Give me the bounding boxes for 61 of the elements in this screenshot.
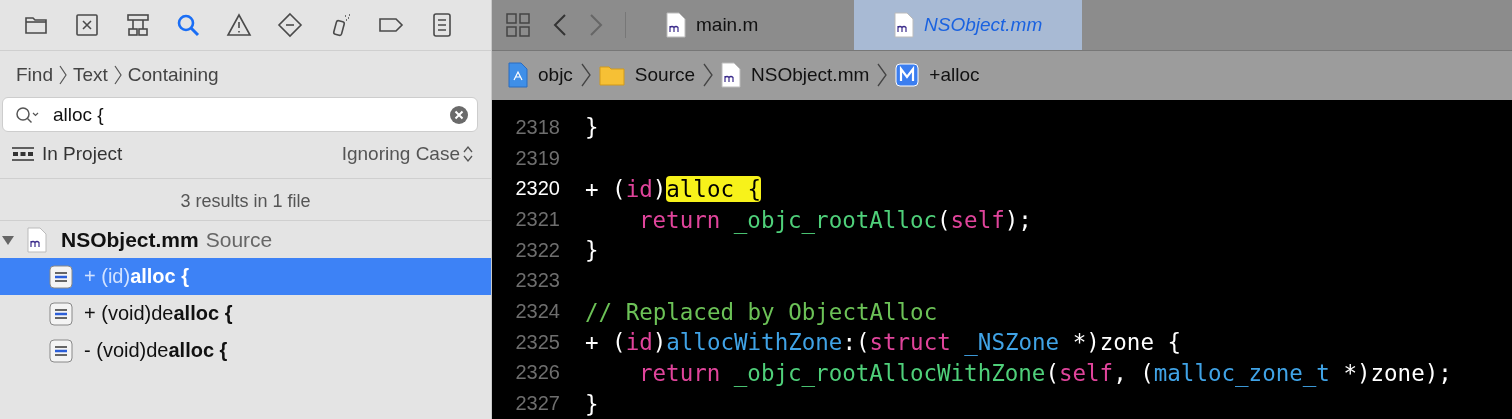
find-mode-menu[interactable]: Find — [16, 64, 53, 86]
jump-bar-item[interactable]: Source — [598, 64, 696, 87]
chevron-icon — [113, 64, 122, 86]
tab-label: NSObject.mm — [924, 13, 1043, 36]
find-mode-menu[interactable]: Text — [72, 64, 108, 86]
chevron-icon — [58, 64, 67, 86]
jump-bar-item[interactable]: +alloc — [895, 63, 980, 88]
clear-icon[interactable] — [449, 104, 469, 125]
line-number: 2320 — [514, 177, 561, 201]
line-number: 2326 — [514, 361, 561, 385]
result-row[interactable]: + (void)dealloc { — [0, 295, 491, 332]
file-name: NSObject.mm — [61, 227, 199, 252]
stepper-icon — [463, 145, 473, 163]
file-row[interactable]: NSObject.mm Source — [0, 221, 491, 258]
code-line: + (id)alloc { — [585, 175, 762, 202]
warning-icon[interactable] — [226, 12, 252, 38]
file-icon — [894, 11, 914, 38]
chevron-icon — [580, 62, 591, 89]
scope-button[interactable]: In Project — [12, 143, 123, 165]
folder-icon — [598, 64, 625, 87]
method-icon — [895, 63, 920, 88]
line-number: 2319 — [514, 146, 561, 170]
code-line: } — [585, 390, 599, 417]
source-control-icon[interactable] — [73, 12, 100, 38]
find-mode-menu[interactable]: Containing — [127, 64, 219, 86]
code-line: + (id)allocWithZone:(struct _NSZone *)zone { — [585, 329, 1182, 356]
line-number: 2327 — [514, 392, 561, 416]
jump-bar-item[interactable]: objc — [508, 62, 573, 89]
code-line: // Replaced by ObjectAlloc — [585, 298, 938, 325]
code-line: return _objc_rootAllocWithZone(self, (malloc_zone_t *)zone); — [639, 359, 1452, 386]
hierarchy-icon[interactable] — [124, 12, 151, 38]
search-field[interactable]: alloc { — [2, 97, 478, 132]
scope-icon — [12, 147, 34, 161]
file-icon — [721, 62, 742, 89]
chevron-icon — [703, 62, 714, 89]
test-icon[interactable] — [276, 12, 303, 38]
chevron-icon — [877, 62, 888, 89]
project-icon — [508, 62, 528, 89]
line-number: 2324 — [514, 300, 561, 324]
line-number: 2321 — [514, 208, 561, 232]
code-line: } — [585, 237, 599, 264]
code-line: } — [585, 114, 599, 141]
scope-label: In Project — [42, 143, 123, 165]
file-group: Source — [205, 227, 273, 252]
line-number: 2323 — [514, 269, 561, 293]
result-row[interactable]: - (void)dealloc { — [0, 332, 491, 369]
related-items-icon[interactable] — [505, 11, 531, 38]
code-line: return _objc_rootAlloc(self); — [639, 206, 1032, 233]
search-icon[interactable] — [175, 12, 202, 38]
editor-tab[interactable]: main.m — [626, 0, 854, 50]
jump-bar-item[interactable]: NSObject.mm — [721, 62, 870, 89]
result-summary: 3 results in 1 file — [0, 178, 491, 221]
back-icon[interactable] — [553, 12, 567, 37]
line-number: 2318 — [514, 115, 561, 139]
file-icon — [27, 226, 47, 253]
line-number: 2322 — [514, 238, 561, 262]
file-icon — [666, 11, 686, 38]
result-row[interactable]: + (id)alloc { — [0, 258, 491, 295]
search-icon — [15, 105, 39, 124]
line-number: 2325 — [514, 330, 561, 354]
tab-label: main.m — [696, 13, 759, 36]
